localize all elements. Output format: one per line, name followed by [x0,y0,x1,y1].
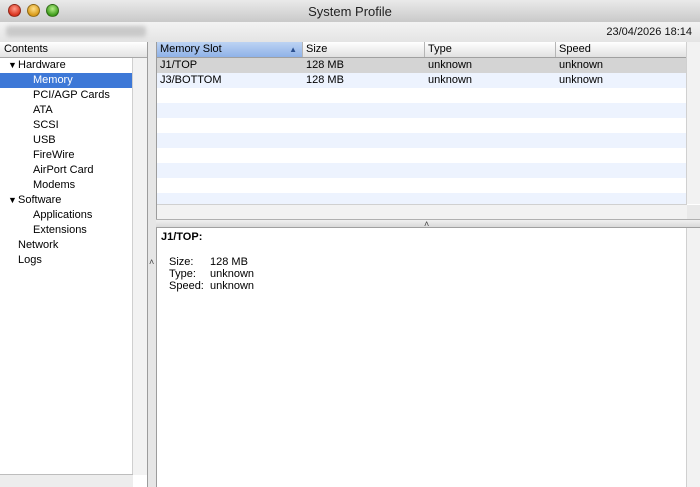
sidebar-item-hardware[interactable]: ▼Hardware [0,58,147,73]
disclosure-triangle-icon[interactable]: ▼ [8,58,18,73]
detail-field-type: Type: unknown [169,268,255,280]
info-bar: 23/04/2026 18:14 [0,22,700,43]
sort-ascending-icon: ▲ [289,45,297,54]
table-row[interactable]: J3/BOTTOM 128 MB unknown unknown [157,73,687,88]
sidebar-item-label: Hardware [18,59,66,71]
sidebar-scrollbar[interactable] [132,58,147,475]
memory-table: Memory Slot ▲ Size Type Speed J1/TOP 128… [156,42,700,219]
sidebar-horizontal-scrollbar[interactable] [0,474,133,487]
detail-title: J1/TOP: [161,231,203,243]
empty-row [157,118,687,133]
sidebar-item-airport-card[interactable]: AirPort Card [0,163,147,178]
date-time: 23/04/2026 18:14 [606,26,692,38]
sidebar-item-firewire[interactable]: FireWire [0,148,147,163]
column-header-size[interactable]: Size [303,42,425,57]
sidebar-item-label: Software [18,194,62,206]
contents-sidebar: Contents ▼Hardware Memory PCI/AGP Cards … [0,42,148,487]
empty-row [157,133,687,148]
sidebar-item-memory[interactable]: Memory [0,73,133,88]
window-title: System Profile [308,4,392,19]
sidebar-item-scsi[interactable]: SCSI [0,118,147,133]
empty-row [157,163,687,178]
scrollbar-corner [687,205,700,219]
detail-pane: J1/TOP: Size: 128 MB Type: unknown Speed: u… [156,228,687,487]
sidebar-header: Contents [0,42,147,58]
vertical-splitter[interactable]: ˄ [148,42,156,487]
sidebar-item-logs[interactable]: Logs [0,253,147,268]
system-profile-window: System Profile 23/04/2026 18:14 Contents… [0,0,700,487]
table-horizontal-scrollbar[interactable] [157,204,687,219]
sidebar-item-pci-agp-cards[interactable]: PCI/AGP Cards [0,88,147,103]
sidebar-item-extensions[interactable]: Extensions [0,223,147,238]
machine-name-redacted [6,26,146,37]
detail-vertical-scrollbar[interactable] [686,228,700,487]
disclosure-triangle-icon[interactable]: ▼ [8,193,18,208]
sidebar-item-modems[interactable]: Modems [0,178,147,193]
splitter-grip-icon: ˄ [149,257,155,267]
column-header-speed[interactable]: Speed [556,42,687,57]
empty-row [157,103,687,118]
detail-field-speed: Speed: unknown [169,280,255,292]
detail-fields: Size: 128 MB Type: unknown Speed: unknown [169,256,254,292]
table-header: Memory Slot ▲ Size Type Speed [157,42,687,58]
sidebar-item-usb[interactable]: USB [0,133,147,148]
empty-row [157,148,687,163]
column-header-memory-slot[interactable]: Memory Slot ▲ [157,42,303,57]
title-bar[interactable]: System Profile [0,0,700,23]
sidebar-item-ata[interactable]: ATA [0,103,147,118]
empty-row [157,88,687,103]
column-header-type[interactable]: Type [425,42,556,57]
sidebar-item-network[interactable]: Network [0,238,147,253]
empty-row [157,178,687,193]
sidebar-item-software[interactable]: ▼Software [0,193,147,208]
table-vertical-scrollbar[interactable] [686,42,700,204]
table-row[interactable]: J1/TOP 128 MB unknown unknown [157,58,687,73]
table-body: J1/TOP 128 MB unknown unknown J3/BOTTOM … [157,58,687,208]
sidebar-item-applications[interactable]: Applications [0,208,147,223]
horizontal-splitter[interactable]: ˄ [156,219,700,229]
detail-field-size: Size: 128 MB [169,256,248,268]
contents-tree: ▼Hardware Memory PCI/AGP Cards ATA SCSI … [0,58,147,268]
